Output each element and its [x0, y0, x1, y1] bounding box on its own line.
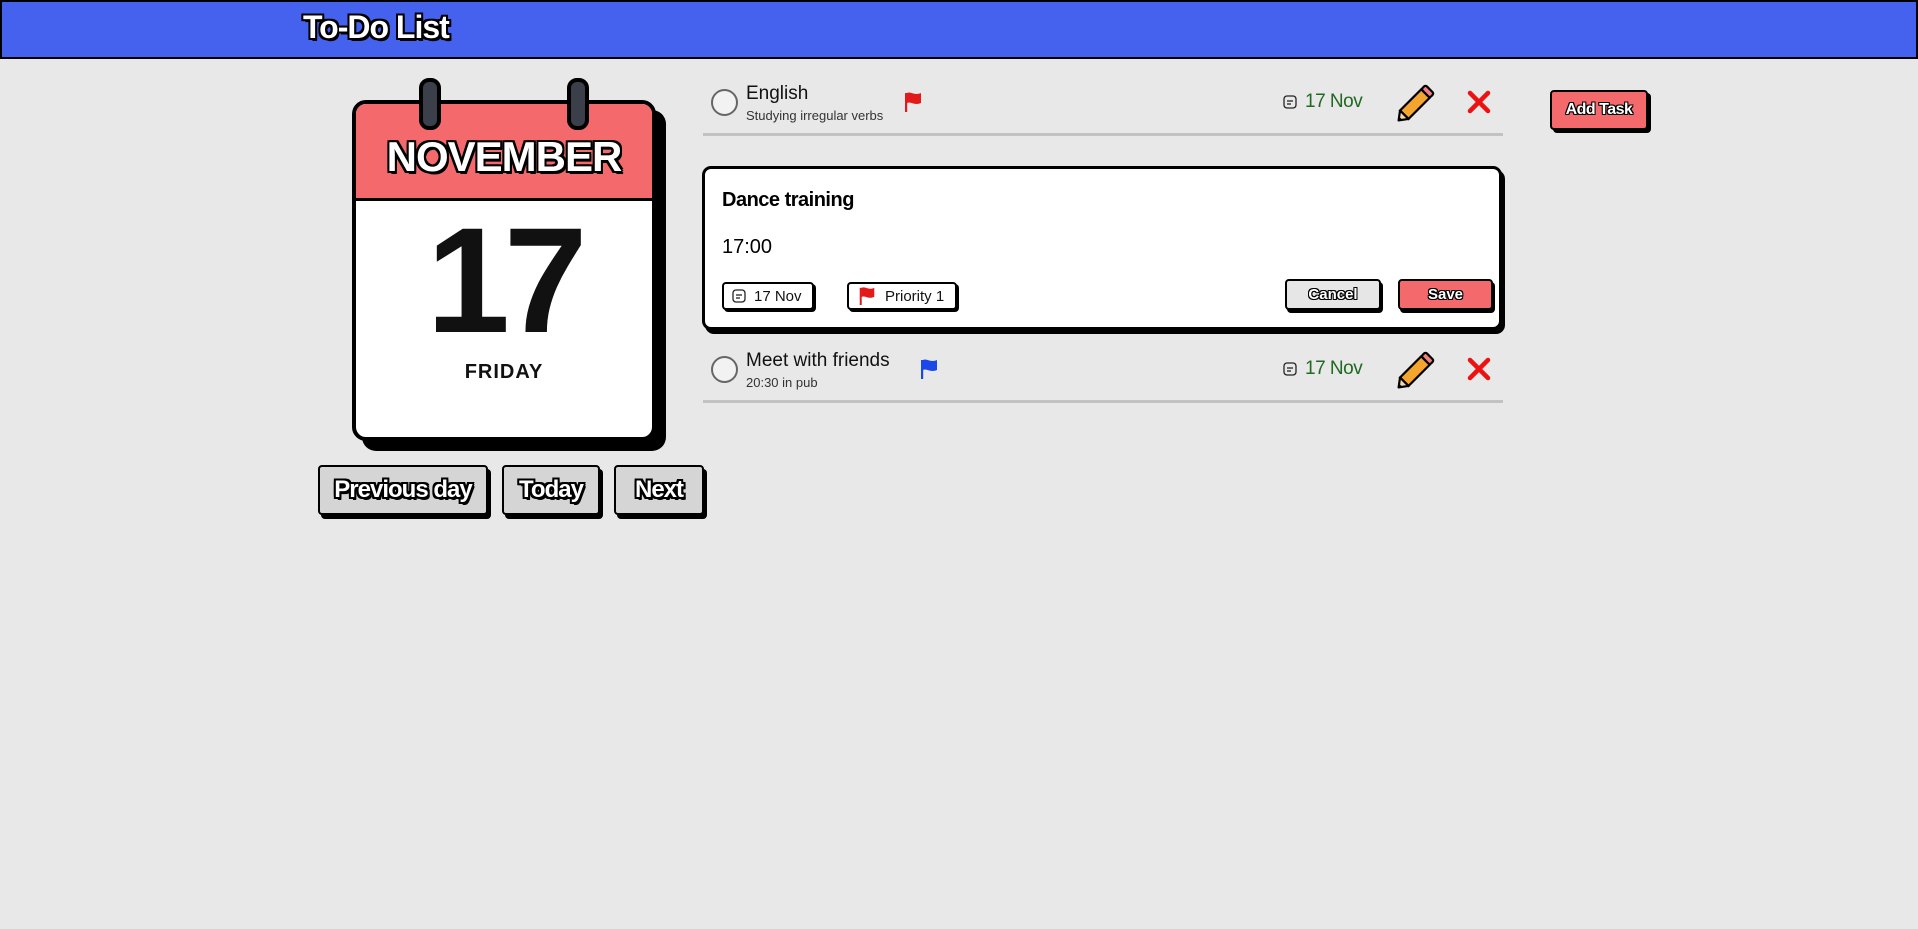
red-flag-icon	[859, 287, 875, 306]
delete-x-icon[interactable]	[1466, 356, 1492, 382]
task-title: English	[746, 83, 809, 104]
add-task-button[interactable]: Add Task	[1550, 90, 1648, 130]
calendar-icon	[1283, 362, 1297, 376]
task-date-label: 17 Nov	[1305, 91, 1363, 112]
task-row: English Studying irregular verbs 17 Nov	[703, 77, 1503, 136]
task-date-label: 17 Nov	[1305, 358, 1363, 379]
app-title: To-Do List	[303, 9, 450, 45]
cancel-button[interactable]: Cancel	[1285, 279, 1381, 310]
blue-flag-icon	[921, 359, 937, 379]
calendar-day-number: 17	[426, 196, 588, 364]
task-title: Meet with friends	[746, 350, 890, 371]
calendar-weekday: FRIDAY	[464, 361, 544, 383]
red-flag-icon	[905, 92, 921, 112]
edit-pencil-icon[interactable]	[1395, 348, 1439, 390]
task-description: 20:30 in pub	[746, 375, 818, 390]
calendar-icon	[732, 289, 746, 303]
calendar-header: NOVEMBER	[356, 104, 652, 201]
calendar-icon	[1283, 95, 1297, 109]
calendar-month: NOVEMBER	[386, 133, 623, 180]
calendar-widget: NOVEMBER 17 FRIDAY	[352, 78, 656, 441]
edit-pencil-icon[interactable]	[1395, 81, 1439, 123]
due-date-picker[interactable]: 17 Nov	[722, 282, 814, 310]
task-row: Meet with friends 20:30 in pub 17 Nov	[703, 344, 1503, 403]
today-button[interactable]: Today	[502, 465, 600, 515]
task-date: 17 Nov	[1283, 358, 1363, 380]
priority-picker[interactable]: Priority 1	[847, 282, 957, 310]
task-complete-checkbox[interactable]	[711, 356, 738, 383]
task-description-input[interactable]	[722, 236, 1422, 259]
calendar-ring-icon	[567, 78, 589, 130]
next-day-button[interactable]: Next	[614, 465, 704, 515]
delete-x-icon[interactable]	[1466, 89, 1492, 115]
previous-day-button[interactable]: Previous day	[318, 465, 488, 515]
calendar-ring-icon	[419, 78, 441, 130]
task-complete-checkbox[interactable]	[711, 89, 738, 116]
task-editor-card: 17 Nov Priority 1 Cancel Save	[702, 166, 1502, 330]
priority-label: Priority 1	[885, 287, 945, 305]
app-header: To-Do List	[0, 0, 1918, 59]
due-date-label: 17 Nov	[754, 287, 802, 305]
task-description: Studying irregular verbs	[746, 108, 884, 123]
task-date: 17 Nov	[1283, 91, 1363, 113]
task-name-input[interactable]	[722, 189, 1422, 212]
save-button[interactable]: Save	[1398, 279, 1493, 310]
